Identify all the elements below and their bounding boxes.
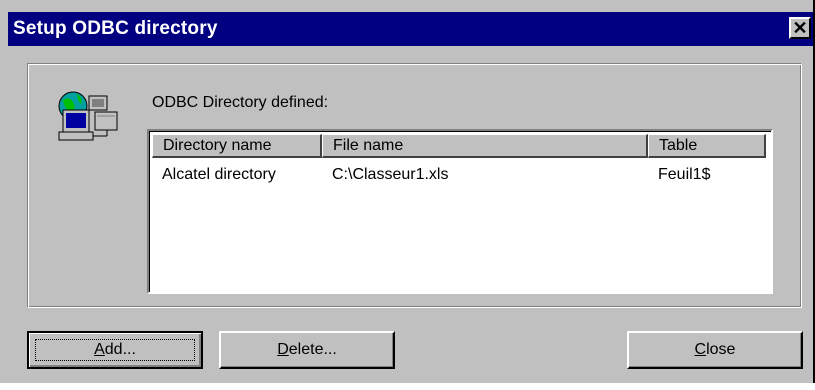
title-bar[interactable]: Setup ODBC directory ✕ — [8, 12, 813, 46]
close-icon: ✕ — [792, 18, 808, 38]
table-row[interactable]: Alcatel directory C:\Classeur1.xls Feuil… — [152, 163, 770, 187]
cell-directory-name: Alcatel directory — [162, 166, 276, 183]
close-button-label: Close — [694, 341, 736, 358]
column-header-directory-name[interactable]: Directory name — [152, 134, 322, 158]
dialog-window: Setup ODBC directory ✕ ODBC Directory de… — [0, 0, 815, 383]
delete-button[interactable]: Delete... — [219, 331, 395, 369]
cell-table: Feuil1$ — [658, 166, 711, 183]
close-button[interactable]: Close — [627, 331, 803, 369]
close-window-button[interactable]: ✕ — [789, 17, 811, 39]
column-header-file-name[interactable]: File name — [322, 134, 648, 158]
network-computer-icon — [58, 91, 118, 141]
add-button[interactable]: Add... — [27, 331, 203, 369]
window-title: Setup ODBC directory — [13, 18, 218, 39]
column-header-table[interactable]: Table — [648, 134, 766, 158]
cell-file-name: C:\Classeur1.xls — [332, 166, 449, 183]
directory-list[interactable]: Directory name File name Table Alcatel d… — [147, 129, 773, 294]
delete-button-label: Delete... — [277, 341, 337, 358]
list-header: Directory name File name Table — [152, 134, 770, 158]
add-button-label: Add... — [94, 341, 136, 358]
odbc-directory-label: ODBC Directory defined: — [152, 94, 329, 111]
